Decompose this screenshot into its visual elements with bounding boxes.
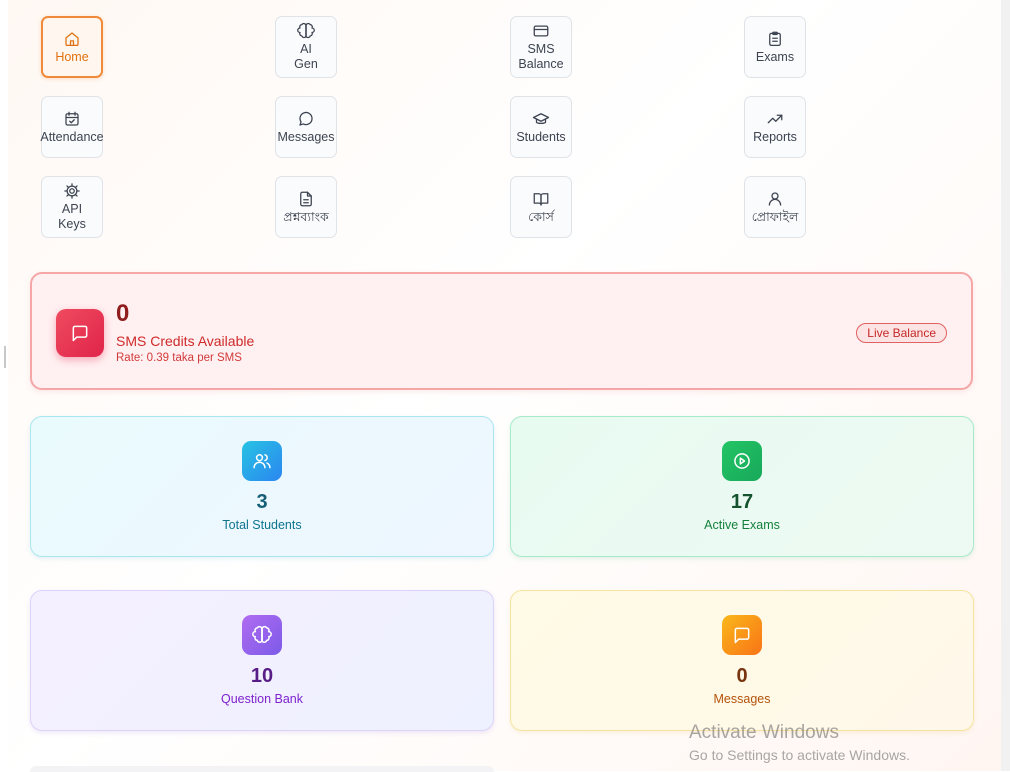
nav-profile-label: প্রোফাইল xyxy=(751,209,799,224)
sms-credits-card: 0 SMS Credits Available Rate: 0.39 taka … xyxy=(30,272,973,390)
user-icon xyxy=(768,191,782,206)
students-icon-box xyxy=(242,441,282,481)
message-square-icon xyxy=(72,325,88,342)
nav-exams-button[interactable]: Exams xyxy=(744,16,806,78)
credit-card-icon xyxy=(533,25,549,37)
nav-attendance-label: Attendance xyxy=(40,129,104,144)
question-bank-icon-box xyxy=(242,615,282,655)
play-circle-icon xyxy=(734,453,750,469)
nav-reports-label: Reports xyxy=(753,129,797,144)
nav-sms-balance-label: SMS Balance xyxy=(518,42,564,71)
messages-label: Messages xyxy=(713,692,771,706)
sms-credits-title: SMS Credits Available xyxy=(116,333,255,349)
total-students-card[interactable]: 3 Total Students xyxy=(30,416,494,557)
sms-rate-text: Rate: 0.39 taka per SMS xyxy=(116,352,242,364)
active-exams-card[interactable]: 17 Active Exams xyxy=(510,416,974,557)
home-icon xyxy=(65,31,79,46)
messages-icon-box xyxy=(722,615,762,655)
brain-icon xyxy=(297,22,315,39)
nav-attendance-button[interactable]: Attendance xyxy=(40,96,104,158)
book-open-icon xyxy=(533,192,549,206)
question-bank-card[interactable]: 10 Question Bank xyxy=(30,590,494,731)
nav-home-button[interactable]: Home xyxy=(41,16,103,78)
nav-api-keys-button[interactable]: API Keys xyxy=(41,176,103,238)
nav-course-label: কোর্স xyxy=(528,209,554,224)
nav-reports-button[interactable]: Reports xyxy=(744,96,806,158)
nav-messages-button[interactable]: Messages xyxy=(275,96,337,158)
nav-students-label: Students xyxy=(516,129,566,144)
exams-icon-box xyxy=(722,441,762,481)
clipboard-icon xyxy=(769,31,781,46)
sms-icon-box xyxy=(56,309,104,357)
nav-question-bank-label: প্রশ্নব্যাংক xyxy=(283,209,329,224)
scrollbar-track[interactable] xyxy=(1001,0,1010,771)
nav-students-button[interactable]: Students xyxy=(510,96,572,158)
brain-icon xyxy=(252,625,272,643)
activate-windows-title: Activate Windows xyxy=(689,722,839,743)
users-icon xyxy=(253,454,271,469)
sms-credits-count: 0 xyxy=(116,300,130,327)
messages-card[interactable]: 0 Messages xyxy=(510,590,974,731)
nav-sms-balance-button[interactable]: SMS Balance xyxy=(510,16,572,78)
sidebar-resize-handle[interactable] xyxy=(4,346,6,368)
nav-home-label: Home xyxy=(55,49,89,64)
nav-exams-label: Exams xyxy=(755,49,795,64)
total-students-label: Total Students xyxy=(222,518,302,532)
message-square-icon xyxy=(734,627,750,644)
nav-ai-gen-label: AI Gen xyxy=(294,42,318,71)
active-exams-label: Active Exams xyxy=(704,518,780,532)
message-circle-icon xyxy=(299,111,313,126)
active-exams-value: 17 xyxy=(730,491,754,513)
next-card-edge xyxy=(30,766,494,772)
activate-windows-subtitle: Go to Settings to activate Windows. xyxy=(689,747,910,763)
live-balance-badge: Live Balance xyxy=(856,323,947,343)
nav-question-bank-button[interactable]: প্রশ্নব্যাংক xyxy=(275,176,337,238)
trending-up-icon xyxy=(767,114,783,123)
total-students-value: 3 xyxy=(256,491,268,513)
nav-messages-label: Messages xyxy=(277,129,335,144)
graduation-cap-icon xyxy=(532,112,550,124)
calendar-check-icon xyxy=(65,111,79,126)
question-bank-label: Question Bank xyxy=(221,692,303,706)
question-bank-value: 10 xyxy=(250,665,274,687)
nav-api-keys-label: API Keys xyxy=(58,202,86,231)
nav-profile-button[interactable]: প্রোফাইল xyxy=(744,176,806,238)
file-text-icon xyxy=(300,191,312,206)
gear-icon xyxy=(64,183,80,199)
nav-ai-gen-button[interactable]: AI Gen xyxy=(275,16,337,78)
nav-course-button[interactable]: কোর্স xyxy=(510,176,572,238)
messages-value: 0 xyxy=(736,665,748,687)
